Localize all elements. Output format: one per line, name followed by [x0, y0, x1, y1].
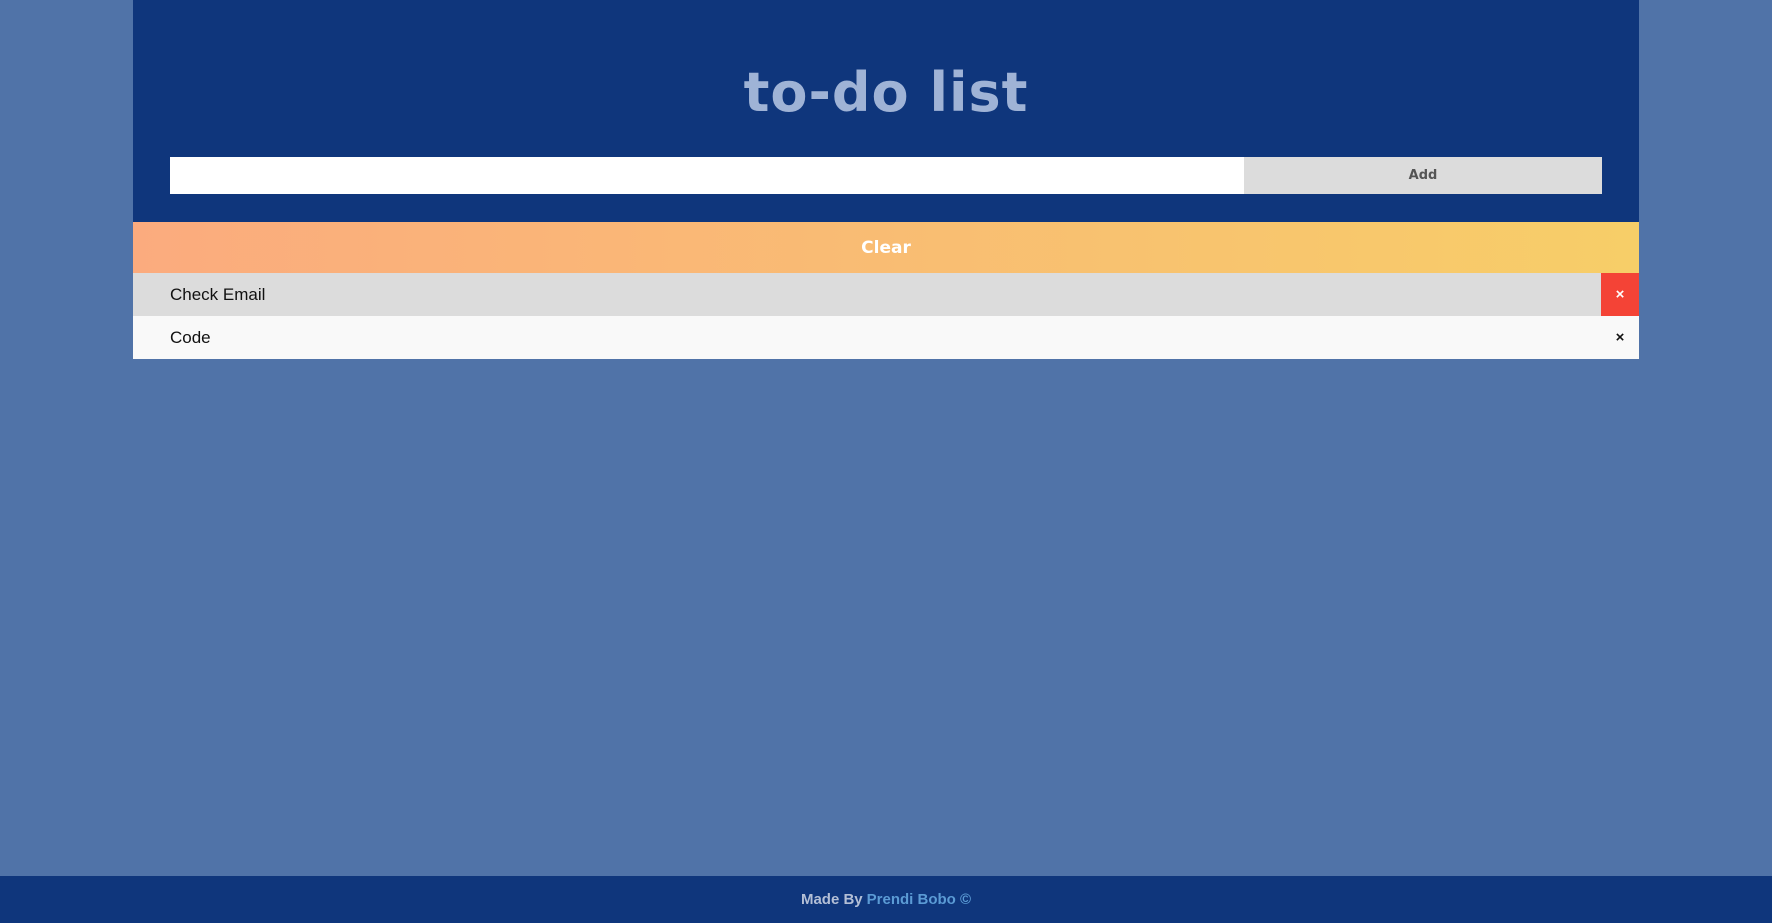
list-item[interactable]: Code × — [133, 316, 1639, 359]
todo-text: Check Email — [170, 284, 266, 304]
page-title: to-do list — [743, 61, 1029, 124]
header: to-do list Add — [133, 0, 1639, 222]
delete-icon[interactable]: × — [1601, 273, 1639, 316]
todo-text: Code — [170, 327, 211, 347]
footer-made-by: Made By — [800, 891, 863, 908]
add-button[interactable]: Add — [1244, 157, 1602, 194]
input-row: Add — [170, 157, 1602, 194]
list-item[interactable]: Check Email × — [133, 273, 1639, 316]
footer: Made By Prendi Bobo © — [0, 876, 1772, 923]
task-input[interactable] — [170, 157, 1244, 194]
delete-icon[interactable]: × — [1601, 316, 1639, 359]
clear-button[interactable]: Clear — [133, 222, 1639, 273]
app-container: to-do list Add Clear Check Email × Code … — [133, 0, 1639, 359]
author-link[interactable]: Prendi Bobo © — [867, 891, 971, 908]
todo-list: Check Email × Code × — [133, 273, 1639, 359]
